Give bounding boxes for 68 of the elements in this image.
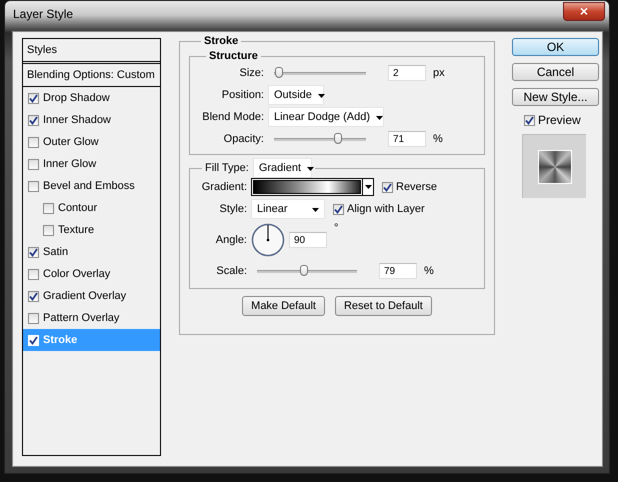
checkbox[interactable] [28,114,39,126]
checkbox-label: Preview [538,113,581,127]
field-label: Position: [220,89,264,101]
window-title: Layer Style [13,7,74,21]
slider-thumb[interactable] [274,66,283,78]
list-header[interactable]: Styles [23,39,160,64]
list-item[interactable]: Gradient Overlay [23,285,160,307]
unit-label: px [433,67,445,79]
checkbox-label: Align with Layer [347,203,425,215]
field-label: Blend Mode: [201,111,264,123]
dialog-button[interactable]: Reset to Default [334,296,432,316]
ok-button[interactable]: OK [512,38,599,56]
list-item[interactable]: Satin [23,241,160,263]
angle-dial[interactable] [251,223,285,257]
number-field[interactable]: 90 [289,232,327,248]
number-field[interactable]: 79 [379,263,417,279]
list-item[interactable]: Outer Glow [23,131,160,153]
checkbox-label: Reverse [396,181,437,193]
list-item[interactable]: Pattern Overlay [23,307,160,329]
list-item[interactable]: Inner Shadow [23,109,160,131]
checkbox[interactable] [28,290,39,302]
checkbox[interactable] [43,202,54,214]
checkbox[interactable] [28,268,39,280]
checkbox[interactable] [382,182,393,192]
dropdown[interactable]: Outside [268,85,324,105]
dialog-button[interactable]: Make Default [242,296,325,316]
checkbox[interactable] [28,92,39,104]
preview-thumbnail [538,150,572,184]
close-button[interactable]: × [563,2,605,20]
checkbox[interactable] [28,334,39,346]
list-item[interactable]: Texture [23,219,160,241]
group-title: Structure [208,50,259,62]
field-label: Scale: [215,265,247,277]
field-label: Angle: [214,234,247,246]
group-title: Stroke [203,35,240,47]
list-item[interactable]: Blending Options: Custom [23,64,160,87]
dialog-button[interactable]: Cancel [512,63,599,81]
dropdown[interactable]: Linear [251,199,325,219]
unit-label: % [433,133,443,145]
slider-thumb[interactable] [334,132,342,144]
caret-icon [362,179,373,195]
unit-label: ° [334,222,338,234]
field-label: Style: [218,203,247,215]
list-item[interactable]: Bevel and Emboss [23,175,160,197]
checkbox[interactable] [28,246,39,258]
field-label: Opacity: [222,133,264,145]
checkbox[interactable] [28,312,39,324]
checkbox[interactable] [28,158,39,170]
slider-thumb[interactable] [300,264,308,276]
number-field[interactable]: 2 [388,65,426,81]
dialog-button[interactable]: New Style... [512,88,599,106]
list-item[interactable]: Inner Glow [23,153,160,175]
list-item[interactable]: Contour [23,197,160,219]
checkbox[interactable] [524,114,535,126]
list-item[interactable]: Color Overlay [23,263,160,285]
list-item[interactable]: Drop Shadow [23,87,160,109]
checkbox[interactable] [333,204,344,214]
gradient-picker[interactable] [251,178,374,196]
field-label: Fill Type: [205,162,249,174]
field-label: Gradient: [200,181,247,193]
checkbox[interactable] [28,136,39,148]
number-field[interactable]: 71 [388,131,426,147]
dropdown[interactable]: Linear Dodge (Add) [268,107,384,127]
checkbox[interactable] [43,224,54,236]
unit-label: % [424,265,434,277]
checkbox[interactable] [28,180,39,192]
dropdown[interactable]: Gradient [252,158,312,178]
field-label: Size: [238,67,264,79]
